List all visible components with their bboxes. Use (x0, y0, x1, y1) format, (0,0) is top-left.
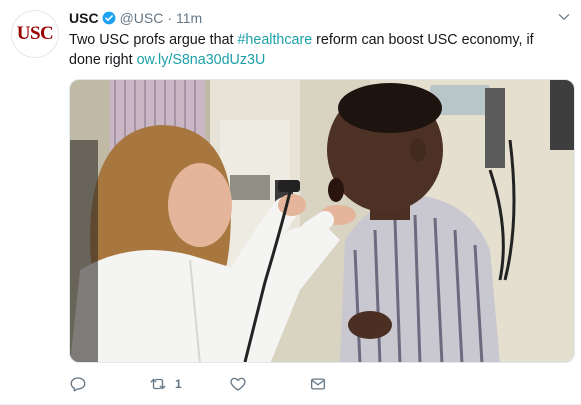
like-button[interactable] (229, 374, 309, 394)
verified-badge-icon (102, 11, 115, 25)
usc-logo: USC (16, 23, 54, 44)
retweet-icon (150, 378, 166, 390)
heart-icon (230, 377, 246, 391)
retweet-button[interactable]: 1 (149, 374, 229, 394)
tweet-actions: 1 (69, 374, 389, 394)
avatar[interactable]: USC (11, 10, 59, 58)
timestamp[interactable]: 11m (176, 9, 202, 27)
chevron-down-icon[interactable] (557, 10, 571, 24)
account-name[interactable]: USC (69, 9, 99, 27)
account-handle[interactable]: @USC (120, 9, 164, 27)
retweet-count: 1 (175, 377, 182, 391)
photo-doctor-examining-patient (70, 80, 574, 362)
reply-button[interactable] (69, 374, 149, 394)
tweet-text: Two USC profs argue that #healthcare ref… (69, 30, 569, 70)
tweet-photo[interactable] (69, 79, 575, 363)
direct-message-button[interactable] (309, 374, 389, 394)
hashtag-link[interactable]: #healthcare (237, 32, 312, 48)
tweet-header: USC @USC · 11m (69, 9, 202, 27)
reply-icon (70, 377, 86, 392)
url-link[interactable]: ow.ly/S8na30dUz3U (137, 52, 266, 68)
envelope-icon (310, 378, 326, 390)
tweet-text-part: Two USC profs argue that (69, 32, 238, 48)
separator-dot: · (167, 10, 173, 26)
tweet-card[interactable]: USC USC @USC · 11m Two USC profs argue t… (0, 0, 581, 405)
